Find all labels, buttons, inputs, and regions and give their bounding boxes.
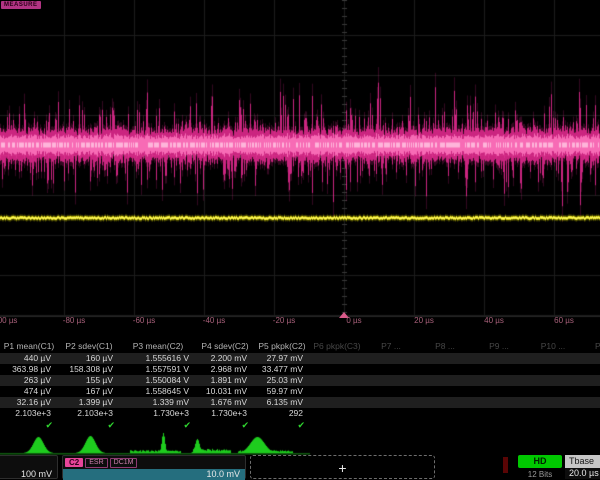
x-tick-label: -100 µs: [0, 316, 17, 325]
c2-esr-badge: ESR: [85, 458, 107, 468]
param-header[interactable]: P3 mean(C2): [120, 340, 196, 353]
timebase-box[interactable]: Tbase 20.0 µs: [565, 455, 600, 479]
descriptor-bar: C1 DC1M 100 mV C2 ESR DC1M 10.0 mV + HD …: [0, 455, 600, 480]
param-cell: 474 µV: [0, 386, 58, 397]
param-cell: 59.97 mV: [254, 386, 310, 397]
param-cell: 160 µV: [58, 353, 120, 364]
param-cell: 1.557591 V: [120, 364, 196, 375]
param-cell: 6.135 mV: [254, 397, 310, 408]
param-cell: 1.555616 V: [120, 353, 196, 364]
param-cell: 1.730e+3: [196, 408, 254, 419]
oscilloscope-screen: MEASURE -100 µs -80 µs -60 µs -40 µs -20 µs 0…: [0, 0, 600, 480]
x-tick-label: -80 µs: [63, 316, 85, 325]
waveform-grid-display[interactable]: [0, 0, 600, 334]
measure-table: P1 mean(C1)P2 sdev(C1)P3 mean(C2)P4 sdev…: [0, 340, 600, 432]
hd-indicator: HD 12 Bits: [518, 455, 562, 479]
histicon-strip: [0, 431, 312, 455]
x-tick-label: 60 µs: [554, 316, 574, 325]
timebase-label: Tbase: [565, 455, 600, 468]
param-header[interactable]: P7 ...: [364, 340, 418, 353]
hd-badge: HD: [518, 455, 562, 468]
param-cell: 33.477 mV: [254, 364, 310, 375]
table-row-min: 263 µV155 µV1.550084 V1.891 mV25.03 mV: [0, 375, 600, 386]
param-cell: 1.730e+3: [120, 408, 196, 419]
x-tick-label: -60 µs: [133, 316, 155, 325]
param-cell: 2.103e+3: [58, 408, 120, 419]
param-cell: 155 µV: [58, 375, 120, 386]
add-trace-button[interactable]: +: [250, 455, 435, 479]
param-header[interactable]: P1 mean(C1): [0, 340, 58, 353]
param-cell: 1.339 mV: [120, 397, 196, 408]
x-tick-label: 0 µs: [346, 316, 361, 325]
x-tick-label: 40 µs: [484, 316, 504, 325]
param-cell: 292: [254, 408, 310, 419]
param-cell: 32.16 µV: [0, 397, 58, 408]
param-header[interactable]: P6 pkpk(C3): [310, 340, 364, 353]
table-row-mean: 363.98 µV158.308 µV1.557591 V2.968 mV33.…: [0, 364, 600, 375]
param-cell: 27.97 mV: [254, 353, 310, 364]
param-header[interactable]: P2 sdev(C1): [58, 340, 120, 353]
param-cell: 10.031 mV: [196, 386, 254, 397]
c2-descriptor-box[interactable]: C2 ESR DC1M 10.0 mV: [62, 455, 246, 479]
param-cell: 263 µV: [0, 375, 58, 386]
param-cell: 440 µV: [0, 353, 58, 364]
param-header[interactable]: P4 sdev(C2): [196, 340, 254, 353]
c2-label: C2: [65, 458, 83, 467]
param-header[interactable]: P5 pkpk(C2): [254, 340, 310, 353]
param-cell: 1.891 mV: [196, 375, 254, 386]
table-row-sdev: 32.16 µV1.399 µV1.339 mV1.676 mV6.135 mV: [0, 397, 600, 408]
param-cell: 2.103e+3: [0, 408, 58, 419]
trigger-descriptor-fragment: [503, 457, 508, 473]
param-cell: 1.676 mV: [196, 397, 254, 408]
x-tick-label: 20 µs: [414, 316, 434, 325]
table-row-value: 440 µV160 µV1.555616 V2.200 mV27.97 mV: [0, 353, 600, 364]
param-cell: 363.98 µV: [0, 364, 58, 375]
hd-bits-label: 12 Bits: [518, 470, 562, 479]
param-header[interactable]: P10 ...: [526, 340, 580, 353]
x-tick-label: -20 µs: [273, 316, 295, 325]
table-row-max: 474 µV167 µV1.558645 V10.031 mV59.97 mV: [0, 386, 600, 397]
param-header[interactable]: P8 ...: [418, 340, 472, 353]
x-tick-label: -40 µs: [203, 316, 225, 325]
param-cell: 1.550084 V: [120, 375, 196, 386]
param-header[interactable]: P11 ...: [580, 340, 600, 353]
x-axis: -100 µs -80 µs -60 µs -40 µs -20 µs 0 µs 20 µs…: [0, 314, 600, 330]
param-cell: 1.558645 V: [120, 386, 196, 397]
param-cell: 1.399 µV: [58, 397, 120, 408]
c2-coupling-badge: DC1M: [110, 458, 138, 468]
timebase-value: 20.0 µs: [565, 468, 600, 479]
param-header[interactable]: P9 ...: [472, 340, 526, 353]
table-row-num: 2.103e+32.103e+31.730e+31.730e+3292: [0, 408, 600, 419]
c1-descriptor-box[interactable]: C1 DC1M 100 mV: [0, 455, 58, 479]
param-cell: 158.308 µV: [58, 364, 120, 375]
param-cell: 2.200 mV: [196, 353, 254, 364]
c1-scale-value: 100 mV: [0, 469, 57, 480]
grid-annotation-badge: MEASURE: [1, 1, 41, 9]
param-cell: 25.03 mV: [254, 375, 310, 386]
c2-scale-value: 10.0 mV: [63, 469, 245, 480]
param-cell: 167 µV: [58, 386, 120, 397]
param-cell: 2.968 mV: [196, 364, 254, 375]
